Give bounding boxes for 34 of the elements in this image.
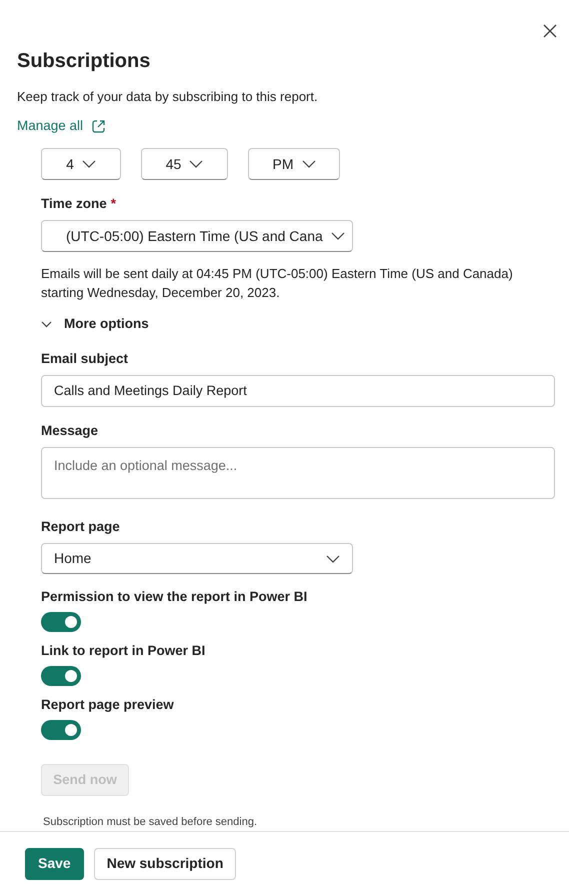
more-options-toggle[interactable]: More options — [41, 314, 528, 334]
external-link-icon — [91, 118, 106, 134]
time-dropdown[interactable]: 45 — [141, 148, 228, 180]
chevron-down-icon — [189, 160, 204, 168]
chevron-down-icon — [41, 320, 52, 328]
field-label: Message — [41, 422, 100, 440]
send-note: Subscription must be saved before sending. — [43, 815, 258, 830]
time-zone-dropdown[interactable]: (UTC-05:00) Eastern Time (US and Cana — [41, 220, 353, 252]
message-field[interactable]: Include an optional message... — [41, 447, 555, 499]
time-dropdown[interactable]: PM — [248, 148, 340, 180]
field-label: Time zone — [41, 195, 107, 213]
toggle-switch[interactable] — [41, 612, 81, 632]
schedule-note: Emails will be sent daily at 04:45 PM (UTC-05:00) Eastern Time (US and Canada) starting Wednesday, December 20, 2023. — [41, 265, 514, 302]
time-dropdown[interactable]: 4 — [41, 148, 121, 180]
report-page-dropdown[interactable]: Home — [41, 543, 353, 574]
toggle-label: Permission to view the report in Power BI — [41, 588, 308, 606]
chevron-down-icon — [82, 160, 96, 168]
email-subject-field[interactable]: Calls and Meetings Daily Report — [41, 374, 555, 407]
required-mark: * — [110, 195, 116, 213]
chevron-down-icon — [326, 554, 340, 563]
toggle-label: Report page preview — [41, 696, 175, 714]
toggle-label: Link to report in Power BI — [41, 642, 206, 660]
close-icon[interactable] — [541, 22, 559, 40]
manage-all-link[interactable]: Manage all — [17, 116, 106, 136]
save-button[interactable]: Save — [25, 848, 84, 880]
field-label: Report page — [41, 518, 121, 536]
toggle-switch[interactable] — [41, 666, 81, 686]
field-label: Email subject — [41, 350, 130, 368]
panel-title: Subscriptions — [17, 49, 152, 74]
description-text: Keep track of your data by subscribing to this report. — [17, 88, 319, 106]
chevron-down-icon — [330, 232, 345, 240]
toggle-switch[interactable] — [41, 720, 81, 740]
chevron-down-icon — [302, 160, 316, 168]
new-subscription-button[interactable]: New subscription — [94, 848, 236, 880]
